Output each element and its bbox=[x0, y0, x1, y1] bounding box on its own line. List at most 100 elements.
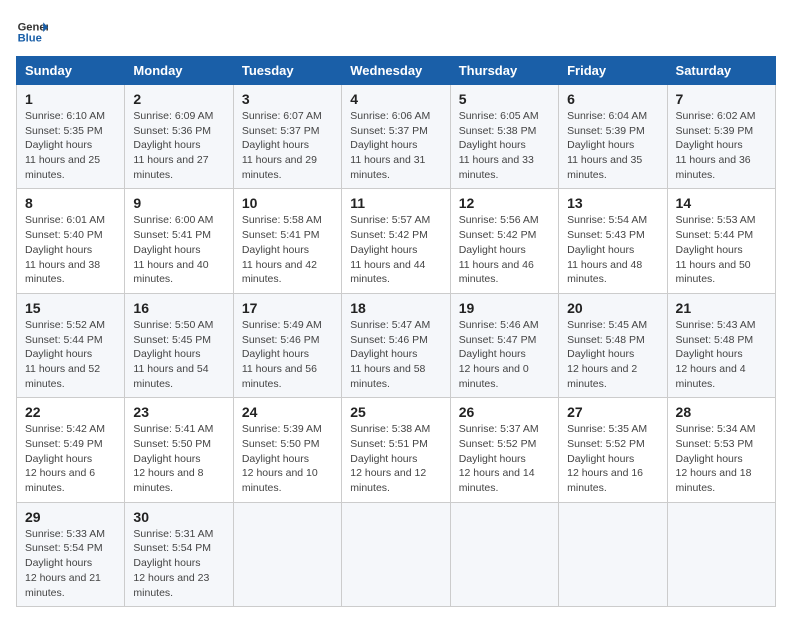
calendar-day-cell: 7 Sunrise: 6:02 AMSunset: 5:39 PMDayligh… bbox=[667, 85, 775, 189]
weekday-header: Wednesday bbox=[342, 57, 450, 85]
calendar-day-cell: 3 Sunrise: 6:07 AMSunset: 5:37 PMDayligh… bbox=[233, 85, 341, 189]
day-number: 12 bbox=[459, 195, 550, 211]
day-info: Sunrise: 6:02 AMSunset: 5:39 PMDaylight … bbox=[676, 109, 767, 182]
day-info: Sunrise: 5:50 AMSunset: 5:45 PMDaylight … bbox=[133, 318, 224, 391]
day-info: Sunrise: 5:46 AMSunset: 5:47 PMDaylight … bbox=[459, 318, 550, 391]
calendar-day-cell: 10 Sunrise: 5:58 AMSunset: 5:41 PMDaylig… bbox=[233, 189, 341, 293]
weekday-header: Friday bbox=[559, 57, 667, 85]
page-header: General Blue bbox=[16, 16, 776, 48]
calendar-day-cell bbox=[667, 502, 775, 606]
calendar-day-cell: 14 Sunrise: 5:53 AMSunset: 5:44 PMDaylig… bbox=[667, 189, 775, 293]
calendar-day-cell: 30 Sunrise: 5:31 AMSunset: 5:54 PMDaylig… bbox=[125, 502, 233, 606]
day-number: 28 bbox=[676, 404, 767, 420]
calendar-table: SundayMondayTuesdayWednesdayThursdayFrid… bbox=[16, 56, 776, 607]
calendar-day-cell: 13 Sunrise: 5:54 AMSunset: 5:43 PMDaylig… bbox=[559, 189, 667, 293]
logo: General Blue bbox=[16, 16, 48, 48]
weekday-header: Thursday bbox=[450, 57, 558, 85]
calendar-day-cell: 25 Sunrise: 5:38 AMSunset: 5:51 PMDaylig… bbox=[342, 398, 450, 502]
calendar-day-cell: 21 Sunrise: 5:43 AMSunset: 5:48 PMDaylig… bbox=[667, 293, 775, 397]
day-number: 30 bbox=[133, 509, 224, 525]
calendar-week-row: 1 Sunrise: 6:10 AMSunset: 5:35 PMDayligh… bbox=[17, 85, 776, 189]
day-number: 4 bbox=[350, 91, 441, 107]
day-number: 8 bbox=[25, 195, 116, 211]
day-info: Sunrise: 6:10 AMSunset: 5:35 PMDaylight … bbox=[25, 109, 116, 182]
calendar-week-row: 8 Sunrise: 6:01 AMSunset: 5:40 PMDayligh… bbox=[17, 189, 776, 293]
calendar-day-cell: 4 Sunrise: 6:06 AMSunset: 5:37 PMDayligh… bbox=[342, 85, 450, 189]
day-number: 22 bbox=[25, 404, 116, 420]
day-number: 21 bbox=[676, 300, 767, 316]
day-number: 2 bbox=[133, 91, 224, 107]
day-number: 11 bbox=[350, 195, 441, 211]
calendar-day-cell: 23 Sunrise: 5:41 AMSunset: 5:50 PMDaylig… bbox=[125, 398, 233, 502]
day-info: Sunrise: 6:04 AMSunset: 5:39 PMDaylight … bbox=[567, 109, 658, 182]
day-number: 5 bbox=[459, 91, 550, 107]
calendar-day-cell: 6 Sunrise: 6:04 AMSunset: 5:39 PMDayligh… bbox=[559, 85, 667, 189]
day-number: 15 bbox=[25, 300, 116, 316]
calendar-day-cell bbox=[342, 502, 450, 606]
calendar-day-cell: 19 Sunrise: 5:46 AMSunset: 5:47 PMDaylig… bbox=[450, 293, 558, 397]
calendar-week-row: 15 Sunrise: 5:52 AMSunset: 5:44 PMDaylig… bbox=[17, 293, 776, 397]
calendar-day-cell: 16 Sunrise: 5:50 AMSunset: 5:45 PMDaylig… bbox=[125, 293, 233, 397]
day-number: 26 bbox=[459, 404, 550, 420]
day-info: Sunrise: 5:57 AMSunset: 5:42 PMDaylight … bbox=[350, 213, 441, 286]
day-info: Sunrise: 6:05 AMSunset: 5:38 PMDaylight … bbox=[459, 109, 550, 182]
calendar-day-cell: 20 Sunrise: 5:45 AMSunset: 5:48 PMDaylig… bbox=[559, 293, 667, 397]
logo-icon: General Blue bbox=[16, 16, 48, 48]
calendar-day-cell: 17 Sunrise: 5:49 AMSunset: 5:46 PMDaylig… bbox=[233, 293, 341, 397]
calendar-day-cell bbox=[233, 502, 341, 606]
weekday-header: Saturday bbox=[667, 57, 775, 85]
calendar-day-cell: 1 Sunrise: 6:10 AMSunset: 5:35 PMDayligh… bbox=[17, 85, 125, 189]
calendar-day-cell: 11 Sunrise: 5:57 AMSunset: 5:42 PMDaylig… bbox=[342, 189, 450, 293]
day-info: Sunrise: 5:43 AMSunset: 5:48 PMDaylight … bbox=[676, 318, 767, 391]
calendar-day-cell: 27 Sunrise: 5:35 AMSunset: 5:52 PMDaylig… bbox=[559, 398, 667, 502]
day-info: Sunrise: 5:33 AMSunset: 5:54 PMDaylight … bbox=[25, 527, 116, 600]
weekday-header: Tuesday bbox=[233, 57, 341, 85]
day-number: 7 bbox=[676, 91, 767, 107]
day-info: Sunrise: 6:01 AMSunset: 5:40 PMDaylight … bbox=[25, 213, 116, 286]
day-info: Sunrise: 5:56 AMSunset: 5:42 PMDaylight … bbox=[459, 213, 550, 286]
day-number: 17 bbox=[242, 300, 333, 316]
day-number: 19 bbox=[459, 300, 550, 316]
day-info: Sunrise: 5:37 AMSunset: 5:52 PMDaylight … bbox=[459, 422, 550, 495]
calendar-day-cell: 18 Sunrise: 5:47 AMSunset: 5:46 PMDaylig… bbox=[342, 293, 450, 397]
day-info: Sunrise: 5:42 AMSunset: 5:49 PMDaylight … bbox=[25, 422, 116, 495]
calendar-week-row: 22 Sunrise: 5:42 AMSunset: 5:49 PMDaylig… bbox=[17, 398, 776, 502]
day-info: Sunrise: 6:07 AMSunset: 5:37 PMDaylight … bbox=[242, 109, 333, 182]
svg-text:Blue: Blue bbox=[18, 33, 42, 45]
calendar-day-cell bbox=[450, 502, 558, 606]
day-number: 24 bbox=[242, 404, 333, 420]
day-number: 6 bbox=[567, 91, 658, 107]
weekday-header: Monday bbox=[125, 57, 233, 85]
day-info: Sunrise: 5:49 AMSunset: 5:46 PMDaylight … bbox=[242, 318, 333, 391]
calendar-day-cell: 29 Sunrise: 5:33 AMSunset: 5:54 PMDaylig… bbox=[17, 502, 125, 606]
day-info: Sunrise: 5:45 AMSunset: 5:48 PMDaylight … bbox=[567, 318, 658, 391]
day-number: 18 bbox=[350, 300, 441, 316]
day-info: Sunrise: 5:58 AMSunset: 5:41 PMDaylight … bbox=[242, 213, 333, 286]
day-info: Sunrise: 5:53 AMSunset: 5:44 PMDaylight … bbox=[676, 213, 767, 286]
day-number: 1 bbox=[25, 91, 116, 107]
day-info: Sunrise: 5:31 AMSunset: 5:54 PMDaylight … bbox=[133, 527, 224, 600]
calendar-header-row: SundayMondayTuesdayWednesdayThursdayFrid… bbox=[17, 57, 776, 85]
day-number: 27 bbox=[567, 404, 658, 420]
calendar-week-row: 29 Sunrise: 5:33 AMSunset: 5:54 PMDaylig… bbox=[17, 502, 776, 606]
day-number: 3 bbox=[242, 91, 333, 107]
day-info: Sunrise: 5:39 AMSunset: 5:50 PMDaylight … bbox=[242, 422, 333, 495]
calendar-day-cell: 28 Sunrise: 5:34 AMSunset: 5:53 PMDaylig… bbox=[667, 398, 775, 502]
day-number: 23 bbox=[133, 404, 224, 420]
day-info: Sunrise: 5:41 AMSunset: 5:50 PMDaylight … bbox=[133, 422, 224, 495]
day-info: Sunrise: 6:00 AMSunset: 5:41 PMDaylight … bbox=[133, 213, 224, 286]
calendar-day-cell bbox=[559, 502, 667, 606]
day-info: Sunrise: 5:38 AMSunset: 5:51 PMDaylight … bbox=[350, 422, 441, 495]
day-info: Sunrise: 5:54 AMSunset: 5:43 PMDaylight … bbox=[567, 213, 658, 286]
day-number: 16 bbox=[133, 300, 224, 316]
calendar-day-cell: 2 Sunrise: 6:09 AMSunset: 5:36 PMDayligh… bbox=[125, 85, 233, 189]
calendar-day-cell: 22 Sunrise: 5:42 AMSunset: 5:49 PMDaylig… bbox=[17, 398, 125, 502]
day-number: 13 bbox=[567, 195, 658, 211]
calendar-day-cell: 12 Sunrise: 5:56 AMSunset: 5:42 PMDaylig… bbox=[450, 189, 558, 293]
day-number: 25 bbox=[350, 404, 441, 420]
day-info: Sunrise: 5:34 AMSunset: 5:53 PMDaylight … bbox=[676, 422, 767, 495]
calendar-day-cell: 8 Sunrise: 6:01 AMSunset: 5:40 PMDayligh… bbox=[17, 189, 125, 293]
weekday-header: Sunday bbox=[17, 57, 125, 85]
day-info: Sunrise: 6:06 AMSunset: 5:37 PMDaylight … bbox=[350, 109, 441, 182]
calendar-day-cell: 15 Sunrise: 5:52 AMSunset: 5:44 PMDaylig… bbox=[17, 293, 125, 397]
